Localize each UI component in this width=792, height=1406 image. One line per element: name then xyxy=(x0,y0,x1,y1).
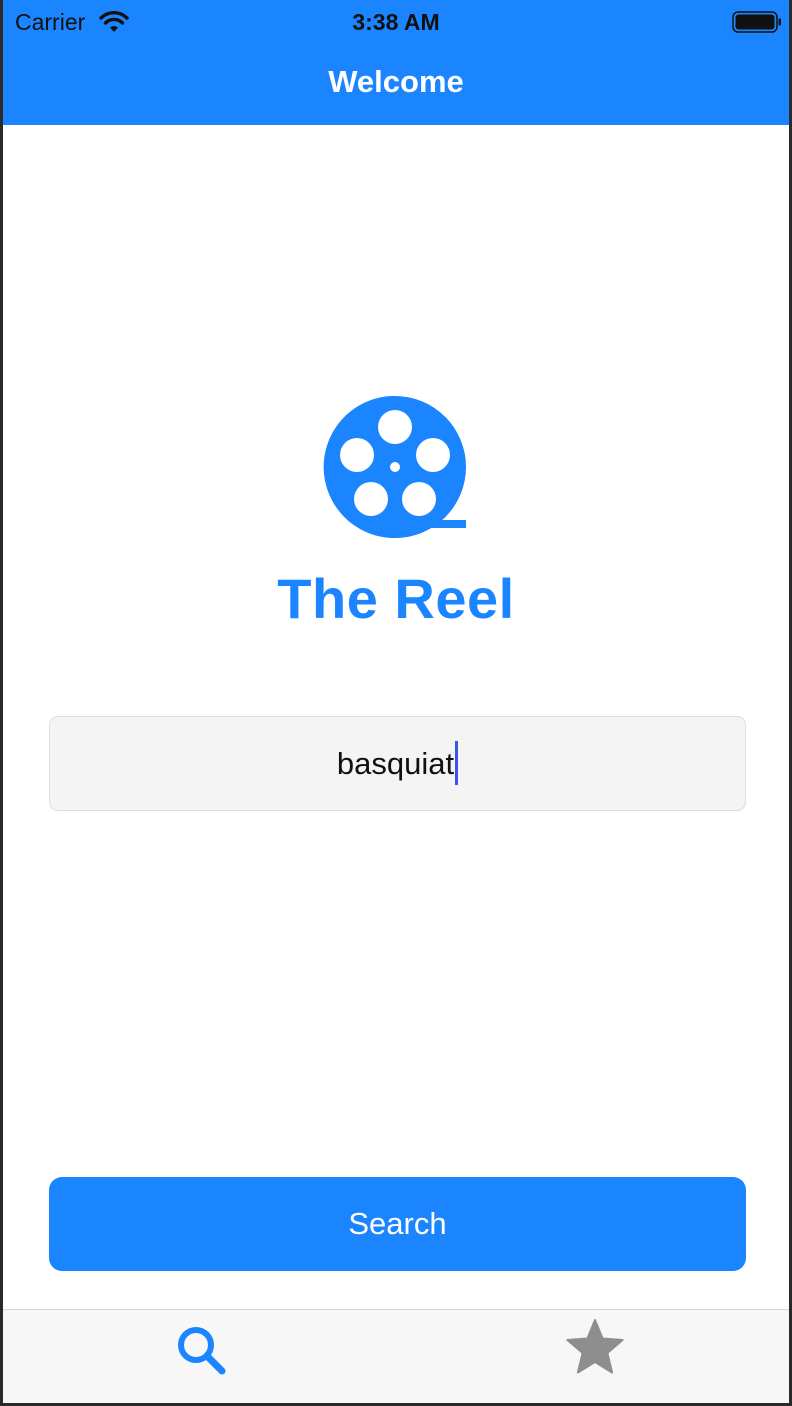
nav-title: Welcome xyxy=(328,64,464,99)
search-button[interactable]: Search xyxy=(49,1177,746,1271)
app-screen: Carrier 3:38 AM Welcome The Reel basquia… xyxy=(3,0,789,1403)
app-name: The Reel xyxy=(277,567,515,630)
tab-bar xyxy=(3,1309,789,1403)
status-bar: Carrier 3:38 AM xyxy=(3,0,789,44)
search-icon xyxy=(178,1327,226,1375)
tab-favorites[interactable] xyxy=(396,1310,789,1403)
text-caret xyxy=(455,740,459,785)
tab-search[interactable] xyxy=(3,1310,396,1403)
search-input-value: basquiat xyxy=(336,746,455,781)
star-icon xyxy=(566,1319,624,1374)
search-input[interactable]: basquiat xyxy=(49,716,746,811)
status-time: 3:38 AM xyxy=(352,9,440,35)
battery-icon xyxy=(732,11,781,33)
top-bar: Carrier 3:38 AM Welcome xyxy=(3,0,789,125)
film-reel-icon xyxy=(323,395,466,538)
